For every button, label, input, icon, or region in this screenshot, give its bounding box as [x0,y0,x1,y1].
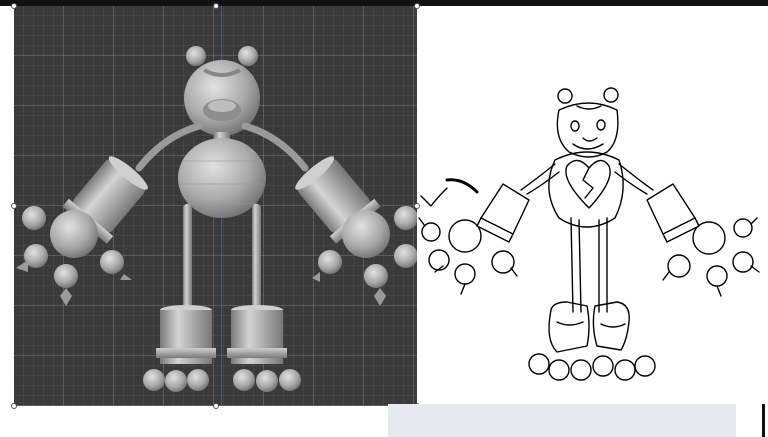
selection-handle-icon[interactable] [414,3,420,9]
selection-handle-icon[interactable] [213,403,219,409]
selection-handle-icon[interactable] [11,3,17,9]
reference-sketch-image [418,87,760,381]
selection-handle-icon[interactable] [11,403,17,409]
selection-handle-icon[interactable] [11,203,17,209]
3d-viewport[interactable] [14,6,417,406]
3d-model-robot[interactable] [14,6,417,406]
bottom-panel [388,404,736,437]
window-edge [762,404,765,437]
selection-handle-icon[interactable] [213,3,219,9]
